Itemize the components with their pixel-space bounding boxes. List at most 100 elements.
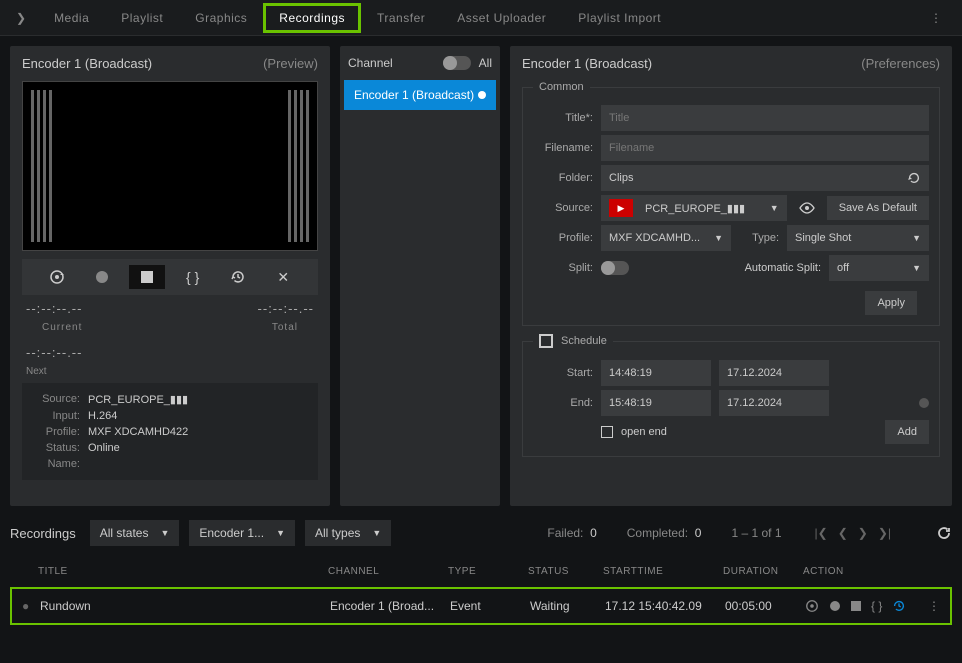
tc-total-label: Total	[256, 322, 314, 333]
page-first-icon[interactable]: |❮	[812, 526, 831, 540]
channel-item-encoder1[interactable]: Encoder 1 (Broadcast)	[344, 80, 496, 110]
col-type: TYPE	[448, 566, 528, 577]
type-value: Single Shot	[795, 232, 851, 244]
pref-sub: (Preferences)	[861, 56, 940, 71]
filename-input[interactable]	[601, 135, 929, 161]
more-menu-icon[interactable]: ⋮	[918, 7, 954, 29]
row-braces-icon[interactable]: { }	[871, 599, 882, 613]
transport-toolbar: { } ✕	[22, 259, 318, 295]
profile-select[interactable]: MXF XDCAMHD... ▼	[601, 225, 731, 251]
folder-label: Folder:	[533, 172, 593, 184]
row-stop-icon[interactable]	[851, 601, 861, 611]
end-date-input[interactable]	[719, 390, 829, 416]
folder-refresh-icon[interactable]	[907, 171, 921, 185]
encoder-info: Source:PCR_EUROPE_▮▮▮ Input:H.264 Profil…	[22, 383, 318, 480]
stop-icon[interactable]	[129, 265, 165, 289]
save-default-button[interactable]: Save As Default	[827, 196, 929, 220]
col-start: STARTTIME	[603, 566, 723, 577]
tab-playlist-import[interactable]: Playlist Import	[562, 3, 677, 33]
chevron-down-icon: ▼	[770, 203, 779, 213]
channel-item-label: Encoder 1 (Broadcast)	[354, 88, 474, 102]
row-record-loop-icon[interactable]	[805, 599, 819, 613]
col-action: ACTION	[803, 566, 844, 577]
tab-media[interactable]: Media	[38, 3, 105, 33]
close-icon[interactable]: ✕	[265, 265, 301, 289]
chevron-down-icon: ▼	[160, 528, 169, 538]
preview-bars-right	[288, 90, 309, 242]
nav-chevron-right-icon[interactable]: ❯	[8, 7, 34, 29]
page-last-icon[interactable]: ❯|	[875, 526, 894, 540]
channel-status-dot-icon	[478, 91, 486, 99]
source-eye-icon[interactable]	[795, 202, 819, 214]
pref-title: Encoder 1 (Broadcast)	[522, 56, 652, 71]
filter-encoder-select[interactable]: Encoder 1...▼	[189, 520, 295, 546]
chevron-down-icon: ▼	[276, 528, 285, 538]
recordings-title: Recordings	[10, 526, 76, 541]
add-button[interactable]: Add	[885, 420, 929, 444]
preview-bars-left	[31, 90, 52, 242]
tab-graphics[interactable]: Graphics	[179, 3, 263, 33]
recordings-section: Recordings All states▼ Encoder 1...▼ All…	[0, 516, 962, 625]
split-toggle[interactable]	[601, 261, 629, 275]
page-next-icon[interactable]: ❯	[855, 526, 871, 540]
failed-count: 0	[590, 526, 597, 540]
apply-button[interactable]: Apply	[865, 291, 917, 315]
filter-type-select[interactable]: All types▼	[305, 520, 391, 546]
chevron-down-icon: ▼	[912, 233, 921, 243]
end-label: End:	[533, 397, 593, 409]
source-value: PCR_EUROPE_▮▮▮	[645, 202, 745, 215]
tab-playlist[interactable]: Playlist	[105, 3, 179, 33]
filename-label: Filename:	[533, 142, 593, 154]
refresh-icon[interactable]	[936, 525, 952, 541]
tab-asset-uploader[interactable]: Asset Uploader	[441, 3, 562, 33]
row-status-dot-icon: ●	[22, 599, 32, 613]
open-end-checkbox[interactable]	[601, 426, 613, 438]
page-prev-icon[interactable]: ❮	[835, 526, 851, 540]
auto-split-value: off	[837, 262, 849, 274]
start-time-input[interactable]	[601, 360, 711, 386]
filter-state-select[interactable]: All states▼	[90, 520, 180, 546]
row-channel: Encoder 1 (Broad...	[330, 599, 450, 613]
braces-icon[interactable]: { }	[175, 265, 211, 289]
common-fieldset: Common Title*: Filename: Folder: Clips S…	[522, 81, 940, 326]
row-history-icon[interactable]	[892, 599, 906, 613]
row-more-icon[interactable]: ⋮	[928, 599, 940, 613]
chevron-down-icon: ▼	[372, 528, 381, 538]
top-bar: ❯ Media Playlist Graphics Recordings Tra…	[0, 0, 962, 36]
history-icon[interactable]	[220, 265, 256, 289]
info-profile-k: Profile:	[30, 426, 80, 438]
schedule-checkbox[interactable]	[539, 334, 553, 348]
schedule-dot-icon	[919, 398, 929, 408]
start-date-input[interactable]	[719, 360, 829, 386]
table-row[interactable]: ● Rundown Encoder 1 (Broad... Event Wait…	[10, 587, 952, 625]
auto-split-select[interactable]: off ▼	[829, 255, 929, 281]
row-record-icon[interactable]	[829, 600, 841, 612]
source-select[interactable]: ▶PCR_EUROPE_▮▮▮ ▼	[601, 195, 787, 221]
completed-count: 0	[695, 526, 702, 540]
tc-total: --:--:--.--	[258, 301, 314, 316]
page-info: 1 – 1 of 1	[731, 526, 781, 540]
info-status-k: Status:	[30, 442, 80, 454]
failed-label: Failed:	[547, 526, 583, 540]
end-time-input[interactable]	[601, 390, 711, 416]
record-icon[interactable]	[84, 265, 120, 289]
chevron-down-icon: ▼	[912, 263, 921, 273]
col-title: TITLE	[38, 566, 328, 577]
main-row: Encoder 1 (Broadcast) (Preview) { } ✕ --…	[0, 36, 962, 516]
channel-all-toggle[interactable]	[443, 56, 471, 70]
info-input-v: H.264	[88, 410, 117, 422]
schedule-legend-text: Schedule	[561, 335, 607, 347]
title-input[interactable]	[601, 105, 929, 131]
type-select[interactable]: Single Shot ▼	[787, 225, 929, 251]
channel-panel: Channel All Encoder 1 (Broadcast)	[340, 46, 500, 506]
tab-recordings[interactable]: Recordings	[263, 3, 361, 33]
tc-current-label: Current	[26, 322, 98, 333]
tc-current: --:--:--.--	[26, 301, 82, 316]
open-end-label: open end	[621, 426, 667, 438]
start-label: Start:	[533, 367, 593, 379]
record-loop-icon[interactable]	[39, 265, 75, 289]
common-legend: Common	[533, 81, 590, 93]
preferences-panel: Encoder 1 (Broadcast) (Preferences) Comm…	[510, 46, 952, 506]
info-status-v: Online	[88, 442, 120, 454]
tab-transfer[interactable]: Transfer	[361, 3, 441, 33]
